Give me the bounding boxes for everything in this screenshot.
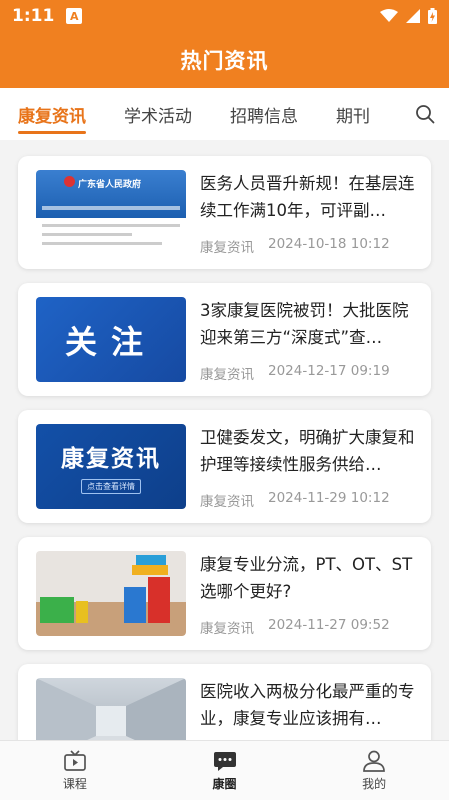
nav-label: 课程 — [62, 776, 87, 791]
article-title: 3家康复医院被罚！大批医院迎来第三方“深度式”查… — [200, 300, 409, 347]
article-card[interactable]: 关注 3家康复医院被罚！大批医院迎来第三方“深度式”查… 康复资讯 2024-1… — [18, 283, 431, 396]
tab-label: 招聘信息 — [230, 106, 298, 127]
article-card[interactable]: 医院收入两极分化最严重的专业，康复专业应该拥有… — [18, 664, 431, 740]
status-time: 1:11 — [12, 6, 55, 26]
article-date: 2024-10-18 10:12 — [268, 235, 390, 252]
article-title: 医院收入两极分化最严重的专业，康复专业应该拥有… — [200, 681, 415, 728]
article-category: 康复资讯 — [200, 620, 254, 637]
thumbnail-caption: 关注 — [64, 322, 157, 361]
thumbnail-caption: 广东省人民政府 — [78, 180, 142, 190]
article-title: 卫健委发文，明确扩大康复和护理等接续性服务供给… — [200, 427, 415, 474]
thumbnail-caption: 康复资讯 — [61, 446, 161, 472]
tab-label: 学术活动 — [124, 106, 192, 127]
tab-label: 康复资讯 — [18, 106, 86, 127]
article-card[interactable]: 广东省人民政府 医务人员晋升新规！在基层连续工作满10年，可评副… 康复资讯 2… — [18, 156, 431, 269]
tv-icon — [63, 749, 86, 771]
hallway-image — [36, 678, 186, 740]
page-title: 热门资讯 — [180, 49, 269, 73]
article-date: 2024-11-27 09:52 — [268, 616, 390, 633]
nav-label: 我的 — [362, 776, 387, 791]
nav-community[interactable]: 康圈 — [150, 741, 300, 800]
bottom-navigation: 课程 康圈 我的 — [0, 740, 449, 800]
article-feed[interactable]: 广东省人民政府 医务人员晋升新规！在基层连续工作满10年，可评副… 康复资讯 2… — [0, 140, 449, 740]
person-icon — [363, 750, 386, 772]
tab-rehab-news[interactable]: 康复资讯 — [0, 88, 86, 140]
article-category: 康复资讯 — [200, 493, 254, 510]
emblem-icon — [64, 176, 75, 187]
status-bar: 1:11 A — [0, 0, 449, 32]
article-thumbnail: 关注 — [36, 297, 186, 382]
tab-academic-events[interactable]: 学术活动 — [86, 88, 192, 140]
chat-icon — [213, 751, 236, 771]
search-icon — [416, 105, 435, 124]
article-date: 2024-11-29 10:12 — [268, 489, 390, 506]
article-card[interactable]: 康复专业分流，PT、OT、ST选哪个更好? 康复资讯 2024-11-27 09… — [18, 537, 431, 650]
article-thumbnail: 广东省人民政府 — [36, 170, 186, 255]
thumbnail-subcaption: 点击查看详情 — [81, 479, 141, 494]
article-thumbnail: 康复资讯 点击查看详情 — [36, 424, 186, 509]
article-thumbnail — [36, 551, 186, 636]
battery-icon — [428, 8, 437, 24]
article-title: 康复专业分流，PT、OT、ST选哪个更好? — [200, 554, 413, 601]
article-category: 康复资讯 — [200, 239, 254, 256]
article-title: 医务人员晋升新规！在基层连续工作满10年，可评副… — [200, 173, 415, 220]
article-thumbnail — [36, 678, 186, 740]
signal-icon — [406, 9, 420, 23]
nav-courses[interactable]: 课程 — [0, 741, 150, 800]
nav-profile[interactable]: 我的 — [299, 741, 449, 800]
tab-label: 期刊 — [336, 106, 370, 127]
article-card[interactable]: 康复资讯 点击查看详情 卫健委发文，明确扩大康复和护理等接续性服务供给… 康复资… — [18, 410, 431, 523]
article-date: 2024-12-17 09:19 — [268, 362, 390, 379]
article-category: 康复资讯 — [200, 366, 254, 383]
tab-journals[interactable]: 期刊 — [298, 88, 370, 140]
search-button[interactable] — [389, 88, 449, 140]
nav-label: 康圈 — [212, 776, 237, 791]
category-tabs: 康复资讯 学术活动 招聘信息 期刊 — [0, 88, 449, 140]
tab-job-listings[interactable]: 招聘信息 — [192, 88, 298, 140]
notification-icon: A — [66, 8, 83, 24]
status-indicators — [380, 8, 437, 24]
wifi-icon — [380, 9, 398, 22]
app-header: 热门资讯 — [0, 32, 449, 88]
